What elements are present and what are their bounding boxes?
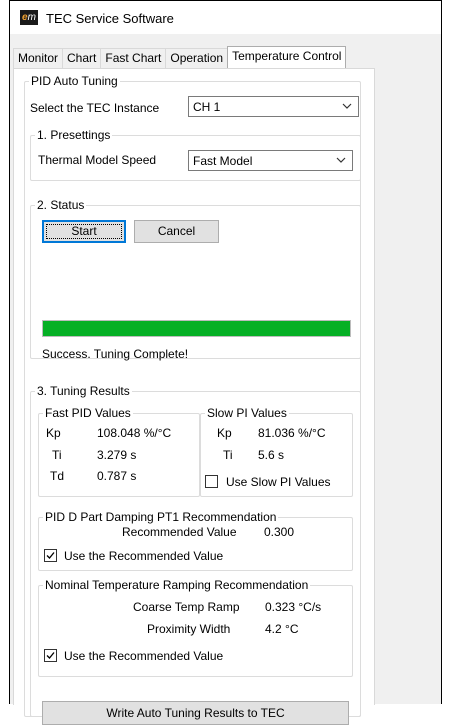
- slow-ti-label: Ti: [223, 448, 233, 462]
- use-ramping-recommended-checkbox[interactable]: [44, 649, 57, 662]
- fast-kp-label: Kp: [46, 426, 61, 440]
- write-auto-tuning-button[interactable]: Write Auto Tuning Results to TEC: [42, 701, 349, 725]
- tab-fast-chart[interactable]: Fast Chart: [100, 48, 167, 68]
- cancel-button-label: Cancel: [157, 224, 196, 238]
- start-button[interactable]: Start: [42, 220, 126, 243]
- ramping-legend: Nominal Temperature Ramping Recommendati…: [45, 578, 309, 592]
- tuning-results-legend: 3. Tuning Results: [37, 384, 130, 398]
- use-slow-pi-checkbox[interactable]: [205, 475, 218, 488]
- fast-pid-legend: Fast PID Values: [45, 406, 131, 420]
- use-ramping-recommended-label[interactable]: Use the Recommended Value: [64, 649, 223, 663]
- status-legend: 2. Status: [37, 198, 85, 212]
- window-client: Monitor Chart Fast Chart Operation Tempe…: [10, 34, 441, 725]
- presettings-legend: 1. Presettings: [37, 128, 111, 142]
- app-logo-icon: em: [20, 10, 38, 25]
- thermal-model-value: Fast Model: [193, 154, 253, 168]
- fast-ti-value: 3.279 s: [97, 448, 137, 462]
- fast-td-label: Td: [50, 469, 65, 483]
- progress-fill: [43, 321, 350, 336]
- focus-rect: [46, 224, 122, 239]
- thermal-model-label: Thermal Model Speed: [38, 153, 157, 167]
- use-damping-recommended-checkbox[interactable]: [44, 549, 57, 562]
- coarse-ramp-value: 0.323 °C/s: [265, 600, 322, 614]
- fast-td-value: 0.787 s: [97, 469, 137, 483]
- checkmark-icon: [46, 652, 55, 659]
- chevron-down-icon: [336, 157, 346, 163]
- tab-page: PID Auto Tuning Select the TEC Instance …: [13, 68, 375, 725]
- damping-legend: PID D Part Damping PT1 Recommendation: [45, 510, 277, 524]
- slow-ti-value: 5.6 s: [258, 448, 285, 462]
- write-auto-tuning-label: Write Auto Tuning Results to TEC: [106, 706, 285, 720]
- pid-auto-tuning-legend: PID Auto Tuning: [31, 74, 118, 88]
- use-slow-pi-label[interactable]: Use Slow PI Values: [226, 475, 331, 489]
- checkmark-icon: [46, 552, 55, 559]
- coarse-ramp-label: Coarse Temp Ramp: [133, 600, 240, 614]
- instance-select[interactable]: CH 1: [188, 96, 359, 117]
- proximity-width-label: Proximity Width: [147, 622, 231, 636]
- tab-chart[interactable]: Chart: [62, 48, 102, 68]
- tab-temperature-control[interactable]: Temperature Control: [227, 46, 347, 68]
- damping-rec-value: 0.300: [264, 525, 295, 539]
- tab-operation[interactable]: Operation: [165, 48, 229, 68]
- slow-kp-label: Kp: [217, 426, 232, 440]
- instance-value: CH 1: [193, 100, 221, 114]
- slow-pi-legend: Slow PI Values: [207, 406, 287, 420]
- status-message: Success. Tuning Complete!: [42, 347, 189, 361]
- cancel-button[interactable]: Cancel: [134, 220, 219, 243]
- title-bar: em TEC Service Software: [10, 0, 441, 35]
- main-window: em TEC Service Software Monitor Chart Fa…: [9, 0, 442, 725]
- use-damping-recommended-label[interactable]: Use the Recommended Value: [64, 549, 223, 563]
- proximity-width-value: 4.2 °C: [265, 622, 299, 636]
- damping-rec-label: Recommended Value: [122, 525, 237, 539]
- tab-strip: Monitor Chart Fast Chart Operation Tempe…: [13, 46, 347, 68]
- tuning-progress-bar: [42, 320, 351, 337]
- window-title: TEC Service Software: [46, 11, 174, 26]
- thermal-model-select[interactable]: Fast Model: [188, 150, 353, 171]
- chevron-down-icon: [342, 103, 352, 109]
- fast-kp-value: 108.048 %/°C: [97, 426, 172, 440]
- slow-kp-value: 81.036 %/°C: [258, 426, 326, 440]
- instance-label: Select the TEC Instance: [30, 101, 160, 115]
- tab-monitor[interactable]: Monitor: [13, 48, 64, 68]
- fast-ti-label: Ti: [52, 448, 62, 462]
